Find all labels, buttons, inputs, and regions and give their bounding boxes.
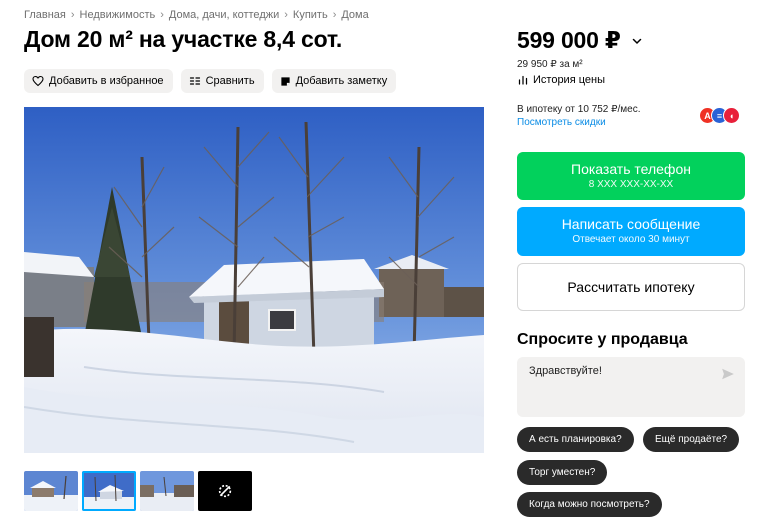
write-message-label: Написать сообщение (561, 216, 701, 232)
house-in-snow-photo (24, 107, 484, 453)
heart-icon (32, 75, 44, 87)
bank-logos: А ≡ ◖ (699, 107, 740, 124)
breadcrumb-buy[interactable]: Купить (293, 9, 328, 21)
thumbnail-3[interactable] (140, 471, 194, 511)
compare-label: Сравнить (205, 75, 255, 87)
bank-logo-red: ◖ (723, 107, 740, 124)
listing-actions: Добавить в избранное Сравнить Добавить з… (24, 69, 397, 93)
price-per-square-meter: 29 950 ₽ за м² (517, 59, 583, 70)
breadcrumb: Главная › Недвижимость › Дома, дачи, кот… (24, 9, 369, 21)
breadcrumb-separator: › (332, 9, 337, 21)
thumbnail-2[interactable] (82, 471, 136, 511)
main-photo[interactable] (24, 107, 484, 453)
quick-question-chip[interactable]: Когда можно посмотреть? (517, 492, 662, 517)
quick-question-chip[interactable]: Ещё продаёте? (643, 427, 740, 452)
breadcrumb-separator: › (70, 9, 75, 21)
add-to-favorites-label: Добавить в избранное (49, 75, 164, 87)
add-note-label: Добавить заметку (295, 75, 388, 87)
send-icon[interactable] (721, 367, 735, 381)
quick-question-chip[interactable]: Торг уместен? (517, 460, 608, 485)
add-note-button[interactable]: Добавить заметку (271, 69, 397, 93)
compare-button[interactable]: Сравнить (180, 69, 264, 93)
more-photos-thumbnail[interactable] (198, 471, 252, 511)
write-message-button[interactable]: Написать сообщение Отвечает около 30 мин… (517, 207, 745, 256)
breadcrumb-separator: › (284, 9, 288, 21)
photo-thumbnails (24, 471, 252, 511)
page-title: Дом 20 м² на участке 8,4 сот. (24, 26, 343, 52)
ask-seller-title: Спросите у продавца (517, 331, 688, 348)
mortgage-text: В ипотеку от 10 752 ₽/мес. (517, 104, 641, 115)
show-phone-label: Показать телефон (571, 161, 691, 177)
price-row: 599 000 ₽ (517, 27, 643, 54)
no-photo-icon (218, 484, 232, 498)
breadcrumb-houses[interactable]: Дома (341, 9, 368, 21)
thumbnail-1[interactable] (24, 471, 78, 511)
chart-icon (518, 75, 528, 85)
calculate-mortgage-button[interactable]: Рассчитать ипотеку (517, 263, 745, 311)
breadcrumb-real-estate[interactable]: Недвижимость (80, 9, 156, 21)
breadcrumb-separator: › (160, 9, 164, 21)
ask-seller-field[interactable]: Здравствуйте! (517, 357, 745, 417)
response-time: Отвечает около 30 минут (572, 234, 690, 245)
breadcrumb-home[interactable]: Главная (24, 9, 66, 21)
add-to-favorites-button[interactable]: Добавить в избранное (24, 69, 173, 93)
ask-seller-input[interactable]: Здравствуйте! (529, 365, 602, 377)
view-discounts-link[interactable]: Посмотреть скидки (517, 117, 606, 128)
price: 599 000 ₽ (517, 27, 621, 53)
price-history-link[interactable]: История цены (517, 74, 605, 86)
masked-phone-number: 8 XXX XXX-XX-XX (588, 179, 674, 190)
breadcrumb-houses-dachas[interactable]: Дома, дачи, коттеджи (169, 9, 279, 21)
show-phone-button[interactable]: Показать телефон 8 XXX XXX-XX-XX (517, 152, 745, 200)
note-icon (280, 76, 290, 86)
compare-icon (189, 77, 200, 85)
chevron-down-icon[interactable] (631, 35, 643, 47)
price-history-label: История цены (533, 74, 605, 86)
quick-question-chip[interactable]: А есть планировка? (517, 427, 634, 452)
